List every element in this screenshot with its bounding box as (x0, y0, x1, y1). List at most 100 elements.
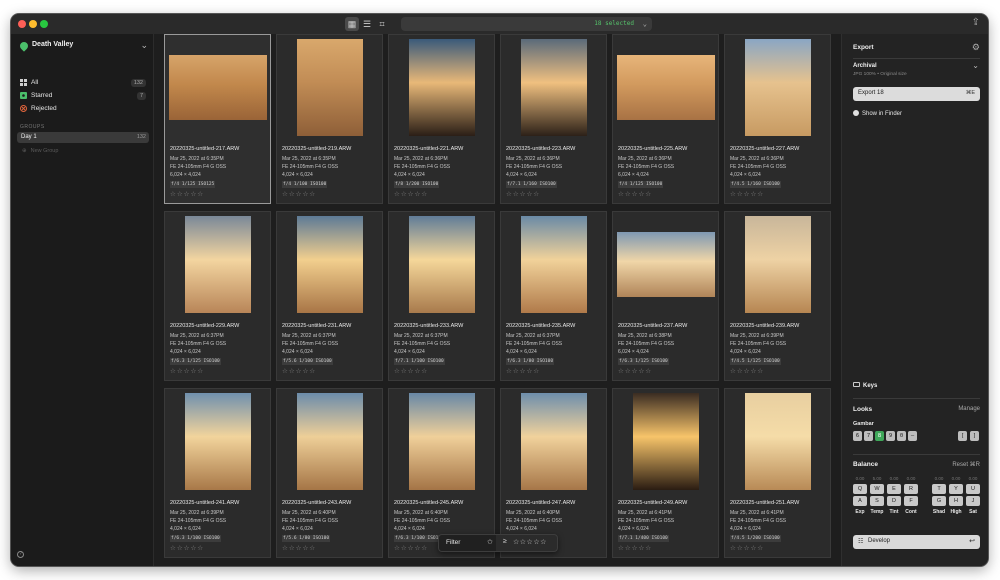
balance-decrease-key[interactable]: A (853, 496, 867, 506)
photo-thumbnail[interactable] (185, 393, 251, 490)
photo-card[interactable]: 20220325-untitled-223.ARW Mar 25, 2022 at… (500, 34, 607, 204)
sidebar-item-day-1[interactable]: Day 1 132 (17, 132, 149, 143)
photo-card[interactable]: 20220325-untitled-233.ARW Mar 25, 2022 at… (388, 211, 495, 381)
rating-stars[interactable]: ☆☆☆☆☆ (618, 367, 652, 375)
balance-increase-key[interactable]: W (870, 484, 884, 494)
balance-decrease-key[interactable]: G (932, 496, 946, 506)
list-view-icon[interactable]: ☰ (360, 17, 374, 31)
photo-card[interactable]: 20220325-untitled-217.ARW Mar 25, 2022 at… (164, 34, 271, 204)
photo-thumbnail[interactable] (745, 216, 811, 313)
photo-card[interactable]: 20220325-untitled-241.ARW Mar 25, 2022 at… (164, 388, 271, 558)
photo-card[interactable]: 20220325-untitled-245.ARW Mar 25, 2022 at… (388, 388, 495, 558)
photo-thumbnail[interactable] (409, 393, 475, 490)
minimize-window-button[interactable] (29, 20, 37, 28)
gear-icon[interactable]: ⚙ (972, 42, 980, 53)
balance-decrease-key[interactable]: S (870, 496, 884, 506)
grid-view-icon[interactable]: ▦ (345, 17, 359, 31)
balance-decrease-key[interactable]: J (966, 496, 980, 506)
photo-thumbnail[interactable] (521, 393, 587, 490)
photo-card[interactable]: 20220325-untitled-221.ARW Mar 25, 2022 at… (388, 34, 495, 204)
sidebar-item-starred[interactable]: Starred 7 (20, 91, 146, 102)
balance-decrease-key[interactable]: D (887, 496, 901, 506)
balance-increase-key[interactable]: R (904, 484, 918, 494)
selection-dropdown[interactable]: 18 selected ⌄ (401, 17, 652, 31)
photo-thumbnail[interactable] (297, 39, 363, 136)
rating-stars[interactable]: ☆☆☆☆☆ (730, 544, 764, 552)
sidebar-item-all[interactable]: All 132 (20, 78, 146, 89)
rating-stars[interactable]: ☆☆☆☆☆ (730, 190, 764, 198)
rating-stars[interactable]: ☆☆☆☆☆ (282, 367, 316, 375)
photo-thumbnail[interactable] (617, 55, 715, 120)
photo-card[interactable]: 20220325-untitled-235.ARW Mar 25, 2022 at… (500, 211, 607, 381)
look-key[interactable]: — (908, 431, 917, 441)
look-key[interactable]: 8 (875, 431, 884, 441)
photo-card[interactable]: 20220325-untitled-247.ARW Mar 25, 2022 at… (500, 388, 607, 558)
rating-filter-stars[interactable]: ☆☆☆☆☆ (513, 538, 547, 546)
share-icon[interactable]: ⇪ (972, 17, 980, 28)
photo-card[interactable]: 20220325-untitled-251.ARW Mar 25, 2022 at… (724, 388, 831, 558)
photo-card[interactable]: 20220325-untitled-219.ARW Mar 25, 2022 at… (276, 34, 383, 204)
balance-decrease-key[interactable]: F (904, 496, 918, 506)
rating-operator[interactable]: ≥ (503, 538, 507, 545)
library-selector[interactable]: Death Valley ⌄ (18, 40, 148, 54)
rating-stars[interactable]: ☆☆☆☆☆ (618, 544, 652, 552)
photo-thumbnail[interactable] (521, 39, 587, 136)
rating-stars[interactable]: ☆☆☆☆☆ (618, 190, 652, 198)
rating-stars[interactable]: ☆☆☆☆☆ (394, 544, 428, 552)
photo-card[interactable]: 20220325-untitled-239.ARW Mar 25, 2022 at… (724, 211, 831, 381)
show-in-finder-toggle[interactable]: Show in Finder (853, 110, 902, 117)
manage-looks-button[interactable]: Manage (958, 406, 980, 412)
reset-balance-button[interactable]: Reset ⌘R (952, 461, 980, 468)
balance-decrease-key[interactable]: H (949, 496, 963, 506)
look-key[interactable]: 7 (864, 431, 873, 441)
balance-increase-key[interactable]: E (887, 484, 901, 494)
new-group-button[interactable]: ⊕ New Group (22, 148, 62, 154)
look-key[interactable]: 0 (897, 431, 906, 441)
photo-thumbnail[interactable] (745, 39, 811, 136)
photo-card[interactable]: 20220325-untitled-227.ARW Mar 25, 2022 at… (724, 34, 831, 204)
photo-thumbnail[interactable] (633, 393, 699, 490)
photo-card[interactable]: 20220325-untitled-231.ARW Mar 25, 2022 at… (276, 211, 383, 381)
photo-card[interactable]: 20220325-untitled-229.ARW Mar 25, 2022 at… (164, 211, 271, 381)
develop-button[interactable]: ☷ Develop ↩ (853, 535, 980, 549)
sidebar-item-rejected[interactable]: Rejected (20, 104, 146, 115)
rating-stars[interactable]: ☆☆☆☆☆ (170, 190, 204, 198)
previous-look-key[interactable]: [ (958, 431, 967, 441)
rating-stars[interactable]: ☆☆☆☆☆ (282, 544, 316, 552)
look-key[interactable]: 6 (853, 431, 862, 441)
help-icon[interactable]: ? (17, 551, 24, 558)
rating-stars[interactable]: ☆☆☆☆☆ (730, 367, 764, 375)
balance-increase-key[interactable]: Q (853, 484, 867, 494)
rating-stars[interactable]: ☆☆☆☆☆ (170, 544, 204, 552)
photo-card[interactable]: 20220325-untitled-249.ARW Mar 25, 2022 at… (612, 388, 719, 558)
photo-card[interactable]: 20220325-untitled-243.ARW Mar 25, 2022 at… (276, 388, 383, 558)
photo-thumbnail[interactable] (409, 39, 475, 136)
rating-stars[interactable]: ☆☆☆☆☆ (394, 190, 428, 198)
photo-thumbnail[interactable] (169, 55, 267, 120)
photo-thumbnail[interactable] (745, 393, 811, 490)
rating-stars[interactable]: ☆☆☆☆☆ (394, 367, 428, 375)
photo-thumbnail[interactable] (185, 216, 251, 313)
rating-stars[interactable]: ☆☆☆☆☆ (170, 367, 204, 375)
crop-icon[interactable]: ⌗ (375, 17, 389, 31)
close-window-button[interactable] (18, 20, 26, 28)
keys-toggle[interactable]: Keys (853, 382, 877, 389)
balance-increase-key[interactable]: T (932, 484, 946, 494)
balance-increase-key[interactable]: U (966, 484, 980, 494)
export-button[interactable]: Export 18 ⌘E (853, 87, 980, 101)
photo-thumbnail[interactable] (409, 216, 475, 313)
photo-card[interactable]: 20220325-untitled-225.ARW Mar 25, 2022 at… (612, 34, 719, 204)
next-look-key[interactable]: ] (970, 431, 979, 441)
star-filter-icon[interactable]: ✩ (487, 538, 493, 546)
balance-increase-key[interactable]: Y (949, 484, 963, 494)
filter-bar[interactable]: Filter ✩ ≥ ☆☆☆☆☆ (438, 534, 558, 552)
look-key[interactable]: 9 (886, 431, 895, 441)
rating-stars[interactable]: ☆☆☆☆☆ (506, 367, 540, 375)
photo-thumbnail[interactable] (297, 216, 363, 313)
zoom-window-button[interactable] (40, 20, 48, 28)
rating-stars[interactable]: ☆☆☆☆☆ (282, 190, 316, 198)
photo-thumbnail[interactable] (521, 216, 587, 313)
filter-section[interactable]: Filter ✩ (439, 535, 496, 551)
rating-stars[interactable]: ☆☆☆☆☆ (506, 190, 540, 198)
photo-card[interactable]: 20220325-untitled-237.ARW Mar 25, 2022 at… (612, 211, 719, 381)
